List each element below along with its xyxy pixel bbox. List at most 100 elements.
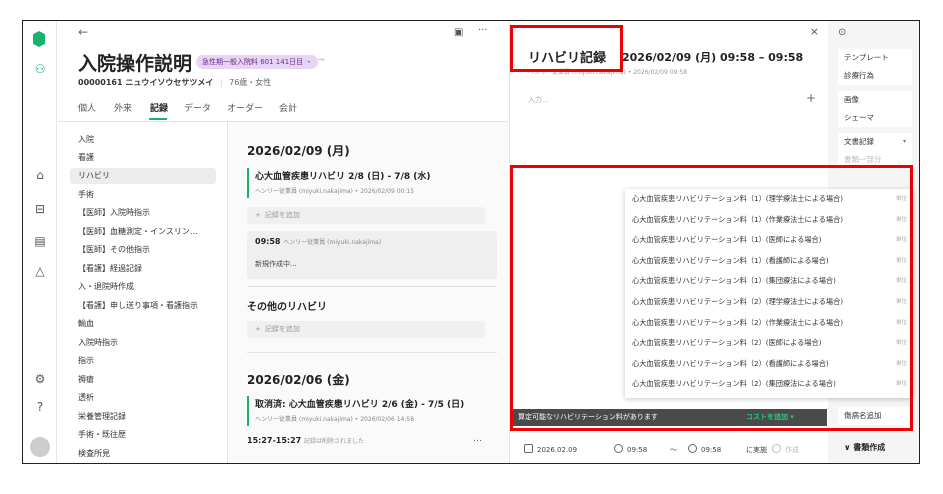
start-time-value: 09:58 <box>627 446 648 454</box>
category-item[interactable]: 【医師】入院時指示 <box>70 205 216 221</box>
category-item[interactable]: 【医師】その他指示 <box>70 242 216 258</box>
status-badge[interactable]: 急性期一般入院料 601 141日目 ・ <box>196 55 319 69</box>
plus-icon: + <box>255 325 261 333</box>
category-item[interactable]: 看護 <box>70 150 216 166</box>
create-button[interactable]: 作成 <box>772 441 799 459</box>
tab-records[interactable]: 記録 <box>150 101 168 114</box>
add-record-button[interactable]: + 記録を追加 <box>247 321 485 338</box>
tab-outpatient[interactable]: 外来 <box>114 101 132 114</box>
list-item[interactable]: 心大血管疾患リハビリテーション料（1）(作業療法士による場合) 単位 <box>625 210 913 231</box>
list-item[interactable]: 心大血管疾患リハビリテーション料（1）(医師による場合) 単位 <box>625 230 913 251</box>
category-item[interactable]: 手術・既往歴 <box>70 427 216 443</box>
category-item[interactable]: 手術 <box>70 187 216 203</box>
page-title: 入院操作説明 <box>78 53 193 75</box>
list-item[interactable]: 心大血管疾患リハビリテーション料（1）(理学療法士による場合) 単位 <box>625 189 913 210</box>
add-record-label: 記録を追加 <box>264 211 300 219</box>
pin-icon[interactable]: ⊸ <box>318 55 325 64</box>
document-icon[interactable]: ▤ <box>31 233 49 249</box>
bed-icon[interactable]: ⊟ <box>31 201 49 217</box>
category-item[interactable]: 透析 <box>70 390 216 406</box>
date-field[interactable]: 2026.02.09 <box>524 441 577 459</box>
document-create-button[interactable]: ∨ 書類作成 <box>838 439 912 457</box>
patient-icon[interactable]: ⚇ <box>31 61 49 77</box>
partial-document-button[interactable]: 書類一部分 <box>838 151 912 169</box>
date-value: 2026.02.09 <box>537 446 578 454</box>
gear-icon[interactable]: ⚙ <box>31 371 49 387</box>
unit-label: 単位 <box>895 278 907 285</box>
home-icon[interactable]: ⌂ <box>31 167 49 183</box>
tab-billing[interactable]: 会計 <box>279 101 297 114</box>
plus-icon[interactable]: + <box>806 91 816 105</box>
help-icon[interactable]: ? <box>31 399 49 415</box>
record-input[interactable]: 入力... <box>528 95 549 105</box>
more-icon[interactable]: ··· <box>478 25 488 36</box>
unit-label: 単位 <box>895 340 907 347</box>
patient-id: 00000161 ニュウイソウセサツメイ | 76歳・女性 <box>78 77 271 88</box>
list-item[interactable]: 心大血管疾患リハビリテーション料（1）(集団療法による場合) 単位 <box>625 271 913 292</box>
entry-accent <box>247 168 249 198</box>
category-item[interactable]: 入・退院時作成 <box>70 279 216 295</box>
draft-time: 09:58 <box>255 237 281 246</box>
list-item[interactable]: 心大血管疾患リハビリテーション料（2）(作業療法士による場合) 単位 <box>625 313 913 334</box>
collapse-icon[interactable]: ⊙ <box>838 27 846 38</box>
category-item[interactable]: 【看護】申し送り事項・看護指示 <box>70 298 216 314</box>
document-record-button[interactable]: 文書記録 ▾ <box>838 133 912 151</box>
start-time-field[interactable]: 09:58 <box>614 441 647 459</box>
category-item[interactable]: 入院 <box>70 132 216 148</box>
add-record-button[interactable]: + 記録を追加 <box>247 207 485 224</box>
schema-button[interactable]: シェーマ <box>838 109 912 127</box>
plus-icon: + <box>255 211 261 219</box>
app-window: ⚇ ⌂ ⊟ ▤ △ ⚙ ? ← ▣ ··· 入院操作説明 急性期一般入院料 60… <box>22 20 920 464</box>
app-logo-icon <box>33 31 45 47</box>
tab-orders[interactable]: オーダー <box>227 101 263 114</box>
back-arrow-icon[interactable]: ← <box>78 25 88 39</box>
list-item[interactable]: 心大血管疾患リハビリテーション料（2）(集団療法による場合) 単位 <box>625 374 913 395</box>
implement-label: に実施 <box>746 446 767 454</box>
list-item-label: 心大血管疾患リハビリテーション料（1）(医師による場合) <box>632 235 822 245</box>
category-item[interactable]: 栄養管理記録 <box>70 409 216 425</box>
clock-icon <box>614 444 623 453</box>
entry-title[interactable]: 15:27-15:27 記録は削除されました <box>247 436 364 445</box>
entry-title[interactable]: 心大血管疾患リハビリ 2/8 (日) - 7/8 (水) <box>255 169 430 182</box>
image-button[interactable]: 画像 <box>838 91 912 109</box>
list-item[interactable]: 心大血管疾患リハビリテーション料（2）(看護師による場合) 単位 <box>625 354 913 375</box>
draft-header: 09:58 ヘンリー従業員 (miyuki.nakajima) <box>255 237 381 246</box>
category-item[interactable]: 入院時指示 <box>70 335 216 351</box>
list-item-label: 心大血管疾患リハビリテーション料（2）(看護師による場合) <box>632 358 829 368</box>
rehab-record-panel: × リハビリ記録 2026/02/09 (月) 09:58 – 09:58 ヘン… <box>509 21 913 463</box>
list-item[interactable]: 心大血管疾患リハビリテーション料（1）(看護師による場合) 単位 <box>625 251 913 272</box>
list-item[interactable]: 心大血管疾患リハビリテーション料（2）(医師による場合) 単位 <box>625 333 913 354</box>
add-cost-button[interactable]: コストを追加 ▾ <box>746 409 794 426</box>
procedure-button[interactable]: 診療行為 <box>838 67 912 85</box>
tab-personal[interactable]: 個人 <box>78 101 96 114</box>
record-meta: ヘンリー従業員 (miyuki.nakajima) • 2026/02/09 0… <box>528 69 688 76</box>
unit-label: 単位 <box>895 299 907 305</box>
list-item[interactable]: 心大血管疾患リハビリテーション料（2）(理学療法士による場合) 単位 <box>625 292 913 313</box>
avatar[interactable] <box>30 437 50 457</box>
close-icon[interactable]: × <box>810 25 819 38</box>
category-item[interactable]: 輸血 <box>70 316 216 332</box>
person-card-icon[interactable]: ▣ <box>454 27 463 38</box>
bell-icon[interactable]: △ <box>31 263 49 279</box>
category-item[interactable]: 【看護】経過記録 <box>70 261 216 277</box>
section-heading: その他のリハビリ <box>247 302 327 313</box>
template-button[interactable]: テンプレート <box>838 49 912 67</box>
draft-record[interactable]: 09:58 ヘンリー従業員 (miyuki.nakajima) 新規作成中... <box>247 231 497 279</box>
list-item-label: 心大血管疾患リハビリテーション料（1）(集団療法による場合) <box>632 276 836 286</box>
chevron-down-icon: ▾ <box>902 138 906 145</box>
end-time-field[interactable]: 09:58 <box>688 441 721 459</box>
list-item-label: 心大血管疾患リハビリテーション料（2）(集団療法による場合) <box>632 379 836 389</box>
left-rail: ⚇ ⌂ ⊟ ▤ △ ⚙ ? <box>23 21 57 463</box>
tab-data[interactable]: データ <box>184 101 211 114</box>
category-item[interactable]: 【医師】血糖測定・インスリン… <box>70 224 216 240</box>
category-item[interactable]: 褥瘡 <box>70 372 216 388</box>
more-icon[interactable]: … <box>473 434 482 444</box>
category-item[interactable]: 指示 <box>70 353 216 369</box>
record-footer: 2026.02.09 09:58 ～ 09:58 に実施 作成 <box>510 439 827 463</box>
category-item[interactable]: 検査所見 <box>70 446 216 462</box>
category-item-rehab[interactable]: リハビリ <box>70 168 216 184</box>
entry-title[interactable]: 取消済: 心大血管疾患リハビリ 2/6 (金) - 7/5 (日) <box>255 397 464 410</box>
disease-add-button[interactable]: 傷病名追加 <box>838 407 912 425</box>
clock-icon <box>688 444 697 453</box>
entry-meta: ヘンリー従業員 (miyuki.nakajima) • 2026/02/06 1… <box>255 416 415 423</box>
